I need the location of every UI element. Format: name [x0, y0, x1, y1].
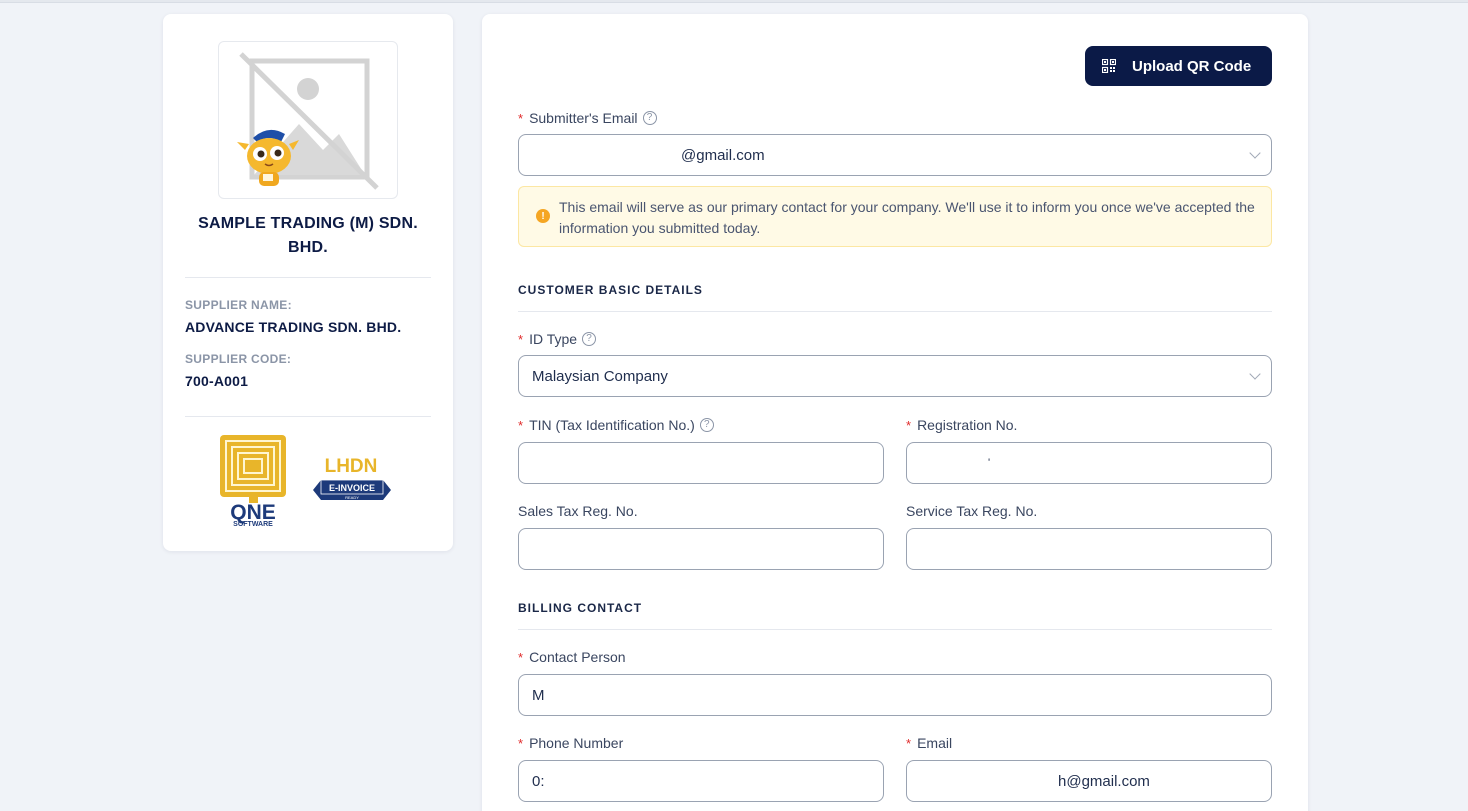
service-tax-label: Service Tax Reg. No.	[906, 503, 1038, 519]
upload-qr-code-label: Upload QR Code	[1132, 57, 1252, 75]
tin-label: * TIN (Tax Identification No.) ?	[518, 417, 714, 433]
lhdn-einvoice-logo: LHDN E-INVOICE READY	[313, 456, 391, 500]
service-tax-input[interactable]	[906, 528, 1272, 570]
phone-number-value: 0:	[532, 772, 545, 790]
warning-icon: !	[536, 209, 550, 223]
required-asterisk: *	[518, 331, 524, 347]
tin-input[interactable]	[518, 442, 884, 484]
qne-logo: QNE SOFTWARE	[220, 435, 286, 528]
required-asterisk: *	[518, 649, 524, 665]
help-circle-icon[interactable]: ?	[642, 111, 657, 125]
email-value: h@gmail.com	[1058, 772, 1150, 790]
id-type-select[interactable]: Malaysian Company	[518, 355, 1272, 397]
company-logo	[218, 41, 398, 199]
required-asterisk: *	[518, 735, 524, 751]
required-asterisk: *	[518, 110, 524, 126]
supplier-name-label: SUPPLIER NAME:	[185, 298, 292, 312]
lhdn-logo-ribbon: E-INVOICE	[329, 483, 375, 493]
qne-logo-sub: SOFTWARE	[233, 521, 273, 528]
contact-person-input[interactable]: M	[518, 674, 1272, 716]
qr-code-icon	[1102, 59, 1116, 73]
phone-number-label: * Phone Number	[518, 735, 623, 751]
email-notice-text: This email will serve as our primary con…	[559, 199, 1255, 236]
top-border	[0, 0, 1468, 3]
help-circle-icon[interactable]: ?	[699, 418, 714, 432]
email-label-text: Email	[917, 735, 953, 751]
id-type-value: Malaysian Company	[532, 367, 668, 385]
divider	[518, 311, 1272, 312]
upload-qr-code-button[interactable]: Upload QR Code	[1085, 46, 1272, 86]
chevron-down-icon	[1249, 368, 1261, 380]
registration-no-input[interactable]: '	[906, 442, 1272, 484]
registration-no-label: * Registration No.	[906, 417, 1017, 433]
submitter-email-select[interactable]: @gmail.com	[518, 134, 1272, 176]
help-circle-icon[interactable]: ?	[582, 332, 597, 346]
phone-number-input[interactable]: 0:	[518, 760, 884, 802]
supplier-code: 700-A001	[185, 373, 249, 389]
sales-tax-input[interactable]	[518, 528, 884, 570]
phone-number-label-text: Phone Number	[529, 735, 624, 751]
required-asterisk: *	[906, 417, 912, 433]
company-name: SAMPLE TRADING (M) SDN. BHD.	[198, 215, 418, 256]
lhdn-logo-sub: READY	[345, 495, 359, 500]
sales-tax-label: Sales Tax Reg. No.	[518, 503, 638, 519]
id-type-label-text: ID Type	[529, 331, 578, 347]
billing-contact-heading: BILLING CONTACT	[518, 601, 643, 615]
submitter-email-label-text: Submitter's Email	[529, 110, 638, 126]
required-asterisk: *	[518, 417, 524, 433]
supplier-name: ADVANCE TRADING SDN. BHD.	[185, 319, 402, 335]
contact-person-label-text: Contact Person	[529, 649, 626, 665]
tin-label-text: TIN (Tax Identification No.)	[529, 417, 695, 433]
contact-person-value: M	[532, 686, 545, 704]
supplier-card: SAMPLE TRADING (M) SDN. BHD. SUPPLIER NA…	[163, 14, 453, 551]
divider	[518, 629, 1272, 630]
required-asterisk: *	[906, 735, 912, 751]
registration-form: Upload QR Code * Submitter's Email ? @gm…	[482, 14, 1308, 811]
email-input[interactable]: h@gmail.com	[906, 760, 1272, 802]
id-type-label: * ID Type ?	[518, 331, 597, 347]
submitter-email-label: * Submitter's Email ?	[518, 110, 657, 126]
lhdn-logo-text: LHDN	[325, 456, 378, 477]
submitter-email-value: @gmail.com	[681, 146, 765, 164]
divider	[185, 277, 431, 278]
registration-no-value: '	[988, 457, 991, 469]
chevron-down-icon	[1249, 147, 1261, 159]
customer-basic-details-heading: CUSTOMER BASIC DETAILS	[518, 283, 703, 297]
divider	[185, 416, 431, 417]
supplier-code-label: SUPPLIER CODE:	[185, 352, 292, 366]
mascot-icon	[237, 129, 299, 186]
email-notice: ! This email will serve as our primary c…	[518, 186, 1272, 247]
email-label: * Email	[906, 735, 952, 751]
registration-no-label-text: Registration No.	[917, 417, 1018, 433]
contact-person-label: * Contact Person	[518, 649, 626, 665]
